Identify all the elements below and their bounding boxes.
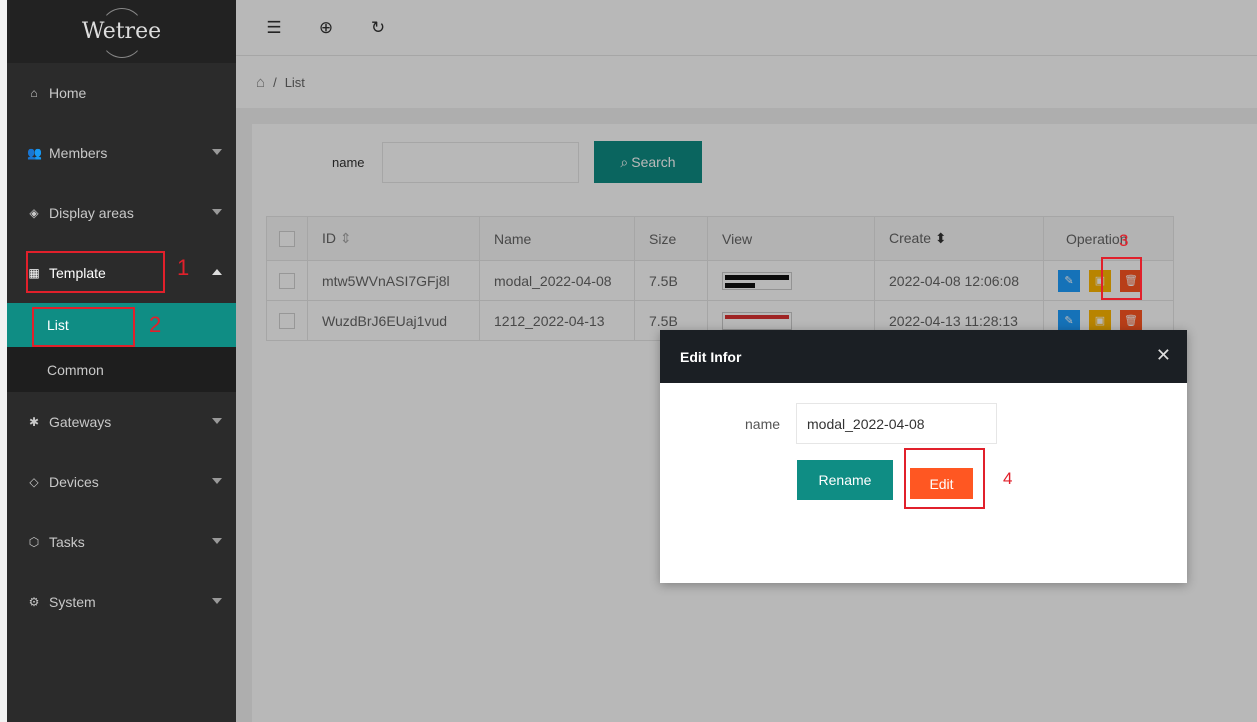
users-icon: 👥	[27, 146, 42, 160]
chevron-down-icon	[212, 478, 222, 484]
annotation-number-4: 4	[1003, 469, 1013, 488]
chevron-up-icon	[212, 269, 222, 275]
annotation-number-1: 1	[177, 255, 190, 280]
chevron-down-icon	[212, 149, 222, 155]
annotation-box-3	[1101, 257, 1142, 300]
sidebar-item-label: Home	[49, 85, 87, 101]
annotation-box-1	[26, 251, 165, 293]
sidebar: Wetree ⌂ Home 👥 Members ◈ Display areas …	[7, 0, 236, 722]
sidebar-item-label: Devices	[49, 474, 99, 490]
sidebar-item-devices[interactable]: ◇ Devices	[7, 452, 236, 512]
close-icon[interactable]: ✕	[1156, 345, 1171, 366]
sidebar-item-tasks[interactable]: ⬡ Tasks	[7, 512, 236, 572]
dialog-name-label: name	[745, 415, 781, 432]
tag-icon: ◇	[29, 475, 39, 489]
chevron-down-icon	[212, 598, 222, 604]
sidebar-item-label: Display areas	[49, 205, 134, 221]
sidebar-subitem-label: Common	[47, 361, 104, 378]
sidebar-item-home[interactable]: ⌂ Home	[7, 63, 236, 123]
sidebar-item-system[interactable]: ⚙ System	[7, 572, 236, 632]
layers-icon: ◈	[29, 206, 39, 220]
dialog-header: Edit Infor ✕	[660, 330, 1187, 383]
sidebar-item-label: Tasks	[49, 534, 85, 550]
cube-icon: ⬡	[28, 535, 40, 549]
dialog-name-input[interactable]: modal_2022-04-08	[796, 403, 997, 444]
annotation-box-4	[904, 448, 985, 509]
annotation-box-2	[32, 307, 135, 347]
sidebar-item-label: Gateways	[49, 414, 112, 430]
sidebar-item-gateways[interactable]: ✱ Gateways	[7, 392, 236, 452]
sidebar-item-display-areas[interactable]: ◈ Display areas	[7, 183, 236, 243]
logo: Wetree	[7, 0, 236, 63]
sidebar-subitem-common[interactable]: Common	[7, 347, 236, 392]
chevron-down-icon	[212, 418, 222, 424]
sidebar-item-members[interactable]: 👥 Members	[7, 123, 236, 183]
sidebar-item-label: Members	[49, 145, 108, 161]
sidebar-item-label: System	[49, 594, 96, 610]
dialog-name-row: name modal_2022-04-08	[745, 403, 997, 444]
annotation-number-2: 2	[149, 312, 162, 337]
chevron-down-icon	[212, 209, 222, 215]
chevron-down-icon	[212, 538, 222, 544]
logo-arc	[99, 8, 145, 58]
rename-button[interactable]: Rename	[797, 460, 893, 500]
dialog-title: Edit Infor	[680, 348, 742, 365]
home-icon: ⌂	[30, 86, 38, 100]
gear-icon: ⚙	[28, 595, 40, 609]
gateway-icon: ✱	[28, 415, 40, 429]
annotation-number-3: 3	[1119, 231, 1129, 250]
